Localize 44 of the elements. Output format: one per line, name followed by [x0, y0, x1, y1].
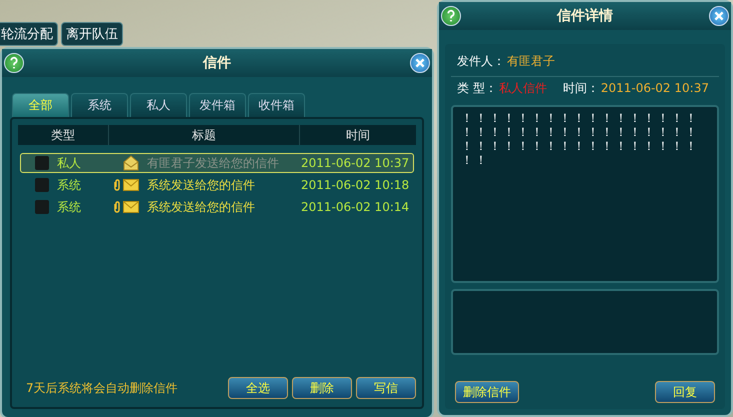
- action-button[interactable]: 全选: [228, 377, 288, 399]
- sender-label: 发件人：: [457, 52, 505, 70]
- mail-subject: 系统发送给您的信件: [147, 198, 256, 216]
- action-button[interactable]: 写信: [356, 377, 416, 399]
- tab[interactable]: 全部: [12, 93, 69, 117]
- close-icon[interactable]: [410, 53, 430, 73]
- mail-row[interactable]: 系统 系统发送给您的信件 2011-06-02 10:18: [20, 175, 414, 195]
- party-button[interactable]: 轮流分配: [0, 22, 58, 46]
- time-label: 时间：: [562, 80, 599, 96]
- mail-subject: 系统发送给您的信件: [147, 176, 256, 194]
- tab[interactable]: 系统: [71, 93, 128, 117]
- mail-row[interactable]: 私人 有匪君子发送给您的信件 2011-06-02 10:37: [20, 153, 414, 173]
- mail-time: 2011-06-02 10:37: [600, 81, 709, 95]
- mail-time: 2011-06-02 10:37: [301, 156, 410, 170]
- mail-subject: 有匪君子发送给您的信件: [147, 154, 280, 172]
- close-icon[interactable]: [709, 6, 729, 26]
- party-button[interactable]: 离开队伍: [61, 22, 123, 46]
- help-icon[interactable]: [4, 53, 24, 73]
- window-title: 信件: [203, 54, 231, 72]
- help-icon[interactable]: [441, 6, 461, 26]
- mail-time: 2011-06-02 10:14: [301, 200, 410, 214]
- mail-type: 私人: [57, 154, 82, 172]
- mail-body: ！！！！！！！！！！！！！！！！！！！！！！！！！！！！！！！！！！！！！！！！！！！！！！！！！！！！！: [451, 105, 719, 283]
- checkbox[interactable]: [35, 178, 49, 192]
- column-header: 标题: [109, 125, 300, 145]
- checkbox[interactable]: [35, 156, 49, 170]
- mail-row[interactable]: 系统 系统发送给您的信件 2011-06-02 10:14: [20, 197, 414, 217]
- mail-type: 系统: [57, 176, 82, 194]
- mail-type: 系统: [57, 198, 82, 216]
- window-title: 信件详情: [557, 7, 613, 25]
- action-button[interactable]: 删除: [292, 377, 352, 399]
- checkbox[interactable]: [35, 200, 49, 214]
- tab[interactable]: 发件箱: [189, 93, 246, 117]
- notice-text: 7天后系统将会自动删除信件: [25, 380, 179, 396]
- mail-time: 2011-06-02 10:18: [301, 178, 410, 192]
- tab[interactable]: 私人: [130, 93, 187, 117]
- column-header: 时间: [345, 127, 371, 144]
- action-button[interactable]: 回复: [655, 381, 715, 403]
- tab[interactable]: 收件箱: [248, 93, 305, 117]
- sender-name: 有匪君子: [507, 52, 555, 70]
- mail-type: 私人信件: [498, 80, 547, 96]
- column-header: 类型: [18, 125, 109, 145]
- action-button[interactable]: 删除信件: [455, 381, 519, 403]
- type-label: 类 型：: [457, 80, 497, 96]
